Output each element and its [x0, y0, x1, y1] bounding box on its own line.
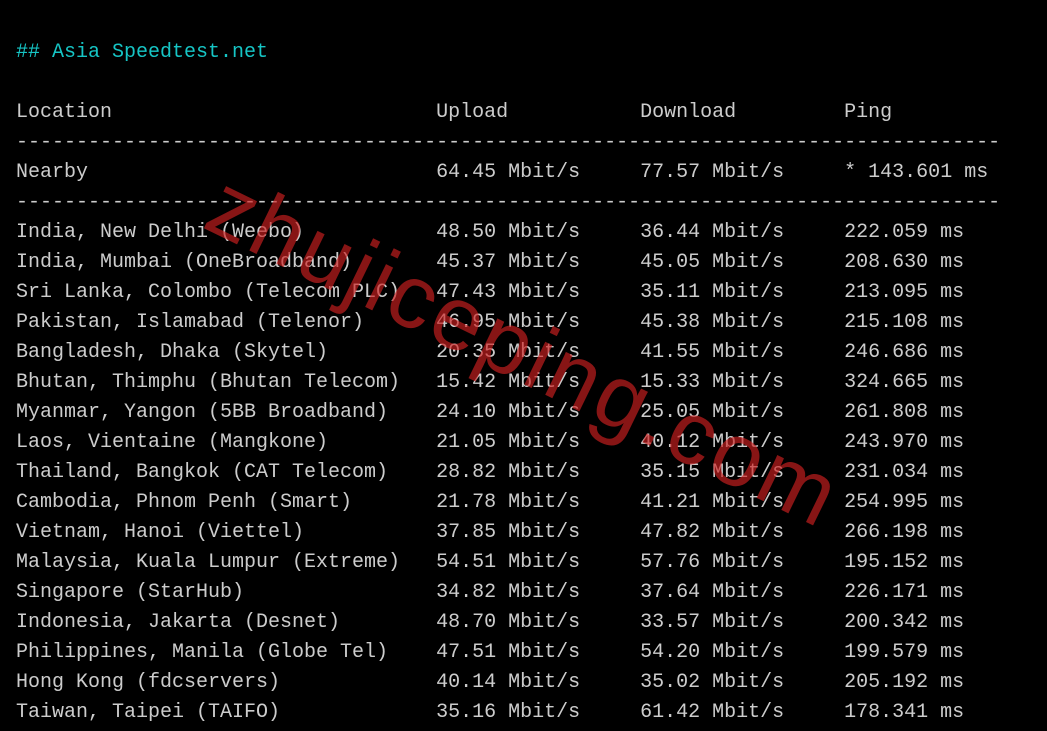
section-title: ## Asia Speedtest.net [16, 41, 268, 64]
divider-line: ----------------------------------------… [16, 191, 1000, 214]
col-download: Download [640, 101, 844, 124]
cell-location: Nearby [16, 161, 436, 184]
cell-ping: * 143.601 ms [844, 161, 988, 184]
table-body: India, New Delhi (Weebo) 48.50 Mbit/s 36… [16, 221, 964, 731]
cell-download: 77.57 Mbit/s [640, 161, 844, 184]
col-ping: Ping [844, 101, 892, 124]
divider-line: ----------------------------------------… [16, 131, 1000, 154]
nearby-row: Nearby 64.45 Mbit/s 77.57 Mbit/s * 143.6… [16, 161, 988, 184]
col-upload: Upload [436, 101, 640, 124]
terminal-output: ## Asia Speedtest.net Location Upload Do… [0, 0, 1047, 731]
col-location: Location [16, 101, 436, 124]
header-row: Location Upload Download Ping [16, 101, 892, 124]
cell-upload: 64.45 Mbit/s [436, 161, 640, 184]
